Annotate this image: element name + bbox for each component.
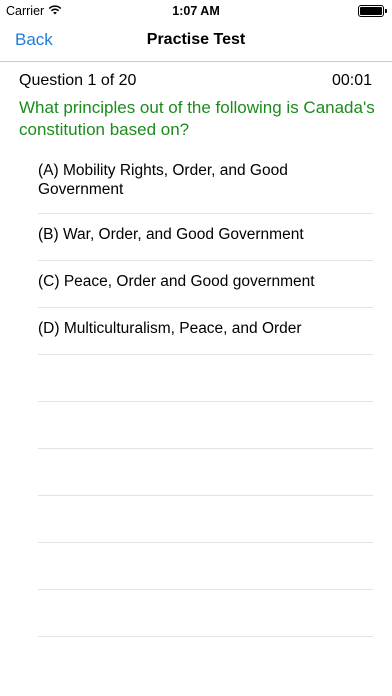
empty-row [38, 355, 373, 402]
status-bar: Carrier 1:07 AM [0, 0, 392, 22]
question-timer: 00:01 [331, 72, 372, 89]
answer-list: (A) Mobility Rights, Order, and Good Gov… [38, 150, 373, 637]
question-counter: Question 1 of 20 [19, 72, 137, 89]
answer-option-label: (B) War, Order, and Good Government [38, 226, 304, 243]
empty-row [38, 496, 373, 543]
empty-row [38, 590, 373, 637]
answer-option-b[interactable]: (B) War, Order, and Good Government [38, 214, 373, 261]
answer-option-label: (C) Peace, Order and Good government [38, 273, 315, 290]
empty-row [38, 449, 373, 496]
navigation-bar: Back Practise Test [0, 22, 392, 62]
question-text: What principles out of the following is … [19, 98, 375, 139]
answer-option-label: (A) Mobility Rights, Order, and Good Gov… [38, 162, 288, 198]
status-time: 1:07 AM [172, 4, 220, 18]
answer-option-a[interactable]: (A) Mobility Rights, Order, and Good Gov… [38, 150, 373, 214]
page-title: Practise Test [146, 31, 246, 48]
empty-row [38, 402, 373, 449]
answer-option-d[interactable]: (D) Multiculturalism, Peace, and Order [38, 308, 373, 355]
battery-icon [358, 5, 387, 17]
empty-row [38, 543, 373, 590]
answer-option-c[interactable]: (C) Peace, Order and Good government [38, 261, 373, 308]
back-button[interactable]: Back [15, 30, 53, 50]
answer-option-label: (D) Multiculturalism, Peace, and Order [38, 320, 302, 337]
